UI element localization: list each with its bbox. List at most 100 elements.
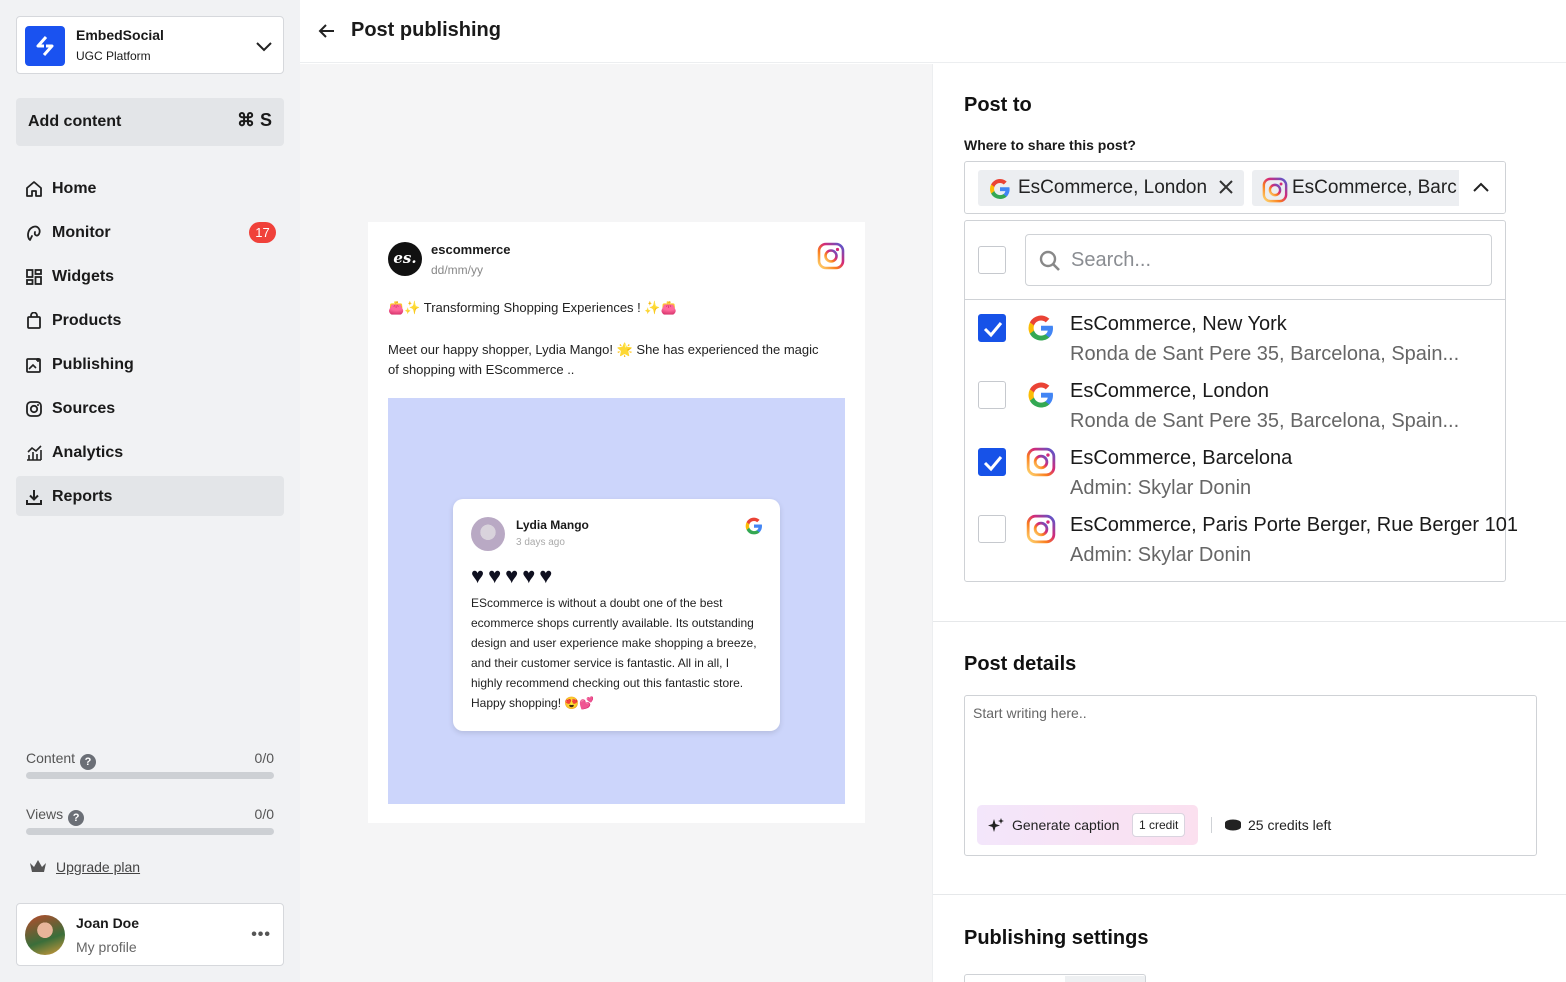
sidebar-item-analytics[interactable]: Analytics <box>16 432 284 472</box>
post-date: dd/mm/yy <box>431 263 484 277</box>
usage-label-text: Content <box>26 750 76 766</box>
analytics-icon <box>27 445 42 461</box>
sidebar-item-label: Reports <box>52 488 113 505</box>
usage-label-text: Views <box>26 806 64 822</box>
destination-option[interactable]: EsCommerce, Barcelona Admin: Skylar Doni… <box>965 435 1505 502</box>
page-header: Post publishing <box>300 0 1566 63</box>
home-icon <box>26 181 42 197</box>
usage-value: 0/0 <box>254 750 274 766</box>
share-field-label: Where to share this post? <box>964 137 1136 153</box>
chevron-up-icon <box>1473 182 1489 192</box>
sidebar-item-label: Monitor <box>52 224 111 241</box>
account-username: escommerce <box>431 242 511 257</box>
add-content-button[interactable]: Add content ⌘ S <box>16 98 284 146</box>
widgets-icon <box>26 269 42 285</box>
post-to-title: Post to <box>964 94 1032 116</box>
select-all-checkbox[interactable] <box>978 246 1006 274</box>
option-checkbox[interactable] <box>978 314 1006 342</box>
credit-badge: 1 credit <box>1132 813 1186 837</box>
google-icon <box>1028 315 1053 341</box>
reviewer-name: Lydia Mango <box>516 518 589 532</box>
generate-caption-button[interactable]: Generate caption 1 credit <box>977 805 1198 845</box>
coins-icon <box>1225 819 1241 831</box>
review-card: Lydia Mango 3 days ago ♥♥♥♥♥ EScommerce … <box>453 499 780 731</box>
publishing-icon <box>26 358 41 373</box>
usage-label: Content? <box>26 750 97 770</box>
post-preview-card: es. escommerce dd/mm/yy 👛✨ Transforming … <box>368 222 865 823</box>
usage-progress-bar <box>26 828 274 835</box>
more-options-icon[interactable]: ••• <box>251 926 271 944</box>
help-icon[interactable]: ? <box>68 810 85 826</box>
selected-chip: EsCommerce, London <box>978 170 1244 206</box>
publishing-settings-title: Publishing settings <box>964 927 1149 949</box>
sidebar-nav: Home Monitor 17 Widgets Products Publish… <box>16 168 284 520</box>
sidebar-item-label: Widgets <box>52 268 115 285</box>
embedsocial-logo <box>25 26 65 66</box>
sidebar-item-label: Publishing <box>52 356 134 373</box>
post-headline: 👛✨ Transforming Shopping Experiences ! ✨… <box>388 300 677 315</box>
review-date: 3 days ago <box>516 537 565 548</box>
sources-icon <box>26 401 42 417</box>
reports-icon <box>26 490 42 505</box>
collapse-toggle[interactable] <box>1459 162 1505 213</box>
checkmark-icon <box>983 456 1003 472</box>
profile-card[interactable]: Joan Doe My profile ••• <box>16 903 284 966</box>
post-preview-area: es. escommerce dd/mm/yy 👛✨ Transforming … <box>300 64 932 982</box>
sidebar-item-label: Home <box>52 180 97 197</box>
account-avatar: es. <box>388 242 422 276</box>
remove-chip-icon[interactable] <box>1218 179 1234 195</box>
workspace-switcher[interactable]: EmbedSocial UGC Platform <box>16 16 284 74</box>
sidebar-item-publishing[interactable]: Publishing <box>16 344 284 384</box>
brand-name: EmbedSocial <box>76 27 164 43</box>
usage-label: Views? <box>26 806 85 826</box>
help-icon[interactable]: ? <box>80 754 97 770</box>
section-divider <box>933 621 1566 622</box>
caption-textarea[interactable]: Start writing here.. Generate caption 1 … <box>964 695 1537 856</box>
sidebar-item-widgets[interactable]: Widgets <box>16 256 284 296</box>
option-subtitle: Ronda de Sant Pere 35, Barcelona, Spain.… <box>1070 410 1460 432</box>
profile-name: Joan Doe <box>76 915 140 931</box>
sidebar-item-label: Products <box>52 312 122 329</box>
brand-subtitle: UGC Platform <box>76 49 151 63</box>
option-checkbox[interactable] <box>978 515 1006 543</box>
post-image: Lydia Mango 3 days ago ♥♥♥♥♥ EScommerce … <box>388 398 845 804</box>
sidebar-item-sources[interactable]: Sources <box>16 388 284 428</box>
sidebar-item-products[interactable]: Products <box>16 300 284 340</box>
instagram-icon <box>1026 514 1056 544</box>
products-icon <box>27 312 41 329</box>
sidebar-item-reports[interactable]: Reports <box>16 476 284 516</box>
reviewer-avatar <box>471 517 505 551</box>
sidebar-item-label: Analytics <box>52 444 124 461</box>
upgrade-plan-link[interactable]: Upgrade plan <box>28 858 140 879</box>
sidebar-item-home[interactable]: Home <box>16 168 284 208</box>
crown-icon <box>30 860 46 872</box>
destination-option[interactable]: EsCommerce, London Ronda de Sant Pere 35… <box>965 368 1505 435</box>
option-checkbox[interactable] <box>978 381 1006 409</box>
publishing-mode-toggle[interactable] <box>964 974 1146 982</box>
destination-option[interactable]: EsCommerce, Paris Porte Berger, Rue Berg… <box>965 502 1518 569</box>
option-checkbox[interactable] <box>978 448 1006 476</box>
usage-progress-bar <box>26 772 274 779</box>
instagram-icon <box>1026 447 1056 477</box>
notification-badge: 17 <box>249 222 276 243</box>
section-divider <box>933 894 1566 895</box>
search-input[interactable] <box>1071 247 1471 273</box>
post-body: Meet our happy shopper, Lydia Mango! 🌟 S… <box>388 342 819 377</box>
option-subtitle: Admin: Skylar Donin <box>1070 477 1252 499</box>
chip-label: EsCommerce, Barc <box>1292 177 1457 198</box>
sidebar-item-monitor[interactable]: Monitor 17 <box>16 212 284 252</box>
post-details-title: Post details <box>964 653 1077 675</box>
instagram-icon <box>817 242 845 270</box>
chevron-down-icon <box>256 42 272 52</box>
rating-hearts: ♥♥♥♥♥ <box>471 563 557 588</box>
back-arrow-icon[interactable] <box>318 22 336 40</box>
checkmark-icon <box>983 322 1003 338</box>
toggle-segment[interactable] <box>1065 976 1145 982</box>
option-subtitle: Admin: Skylar Donin <box>1070 544 1252 566</box>
destination-select[interactable]: EsCommerce, London EsCommerce, Barc <box>964 161 1506 214</box>
avatar <box>25 915 65 955</box>
sidebar: EmbedSocial UGC Platform Add content ⌘ S… <box>0 0 300 982</box>
monitor-icon <box>27 225 41 241</box>
settings-panel: Post to Where to share this post? EsComm… <box>932 64 1566 982</box>
destination-option[interactable]: EsCommerce, New York Ronda de Sant Pere … <box>965 301 1505 368</box>
